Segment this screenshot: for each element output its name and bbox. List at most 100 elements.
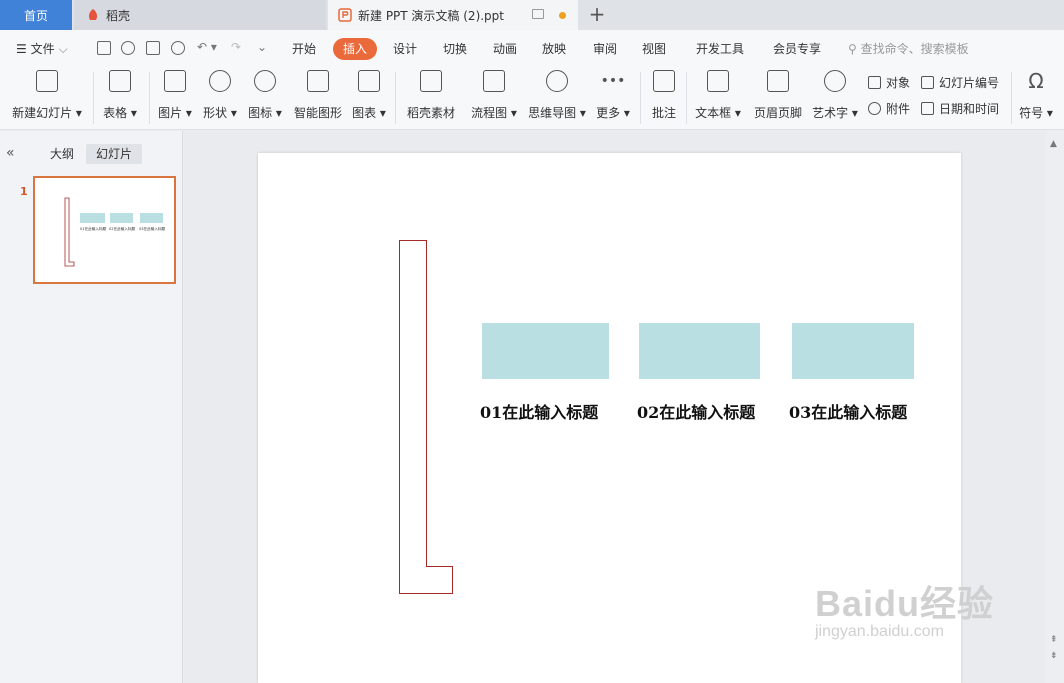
baidu-watermark: Baidu经验 jingyan.baidu.com [815, 575, 994, 641]
redo-icon[interactable]: ↷ [231, 40, 241, 54]
menu-insert[interactable]: 插入 [333, 38, 377, 60]
slide-panel: « 大纲 幻灯片 1 01在此输入标题 02在此输入标题 03在此输入标题 [0, 131, 183, 683]
comment-button[interactable]: 批注 [649, 70, 679, 121]
menu-start[interactable]: 开始 [292, 40, 316, 57]
tab-daoke[interactable]: 稻壳 [74, 0, 326, 30]
chart-button[interactable]: 图表 ▾ [351, 70, 387, 121]
icon-label: 图标 [248, 106, 273, 120]
thumbnail-preview: 01在此输入标题 02在此输入标题 03在此输入标题 [64, 197, 166, 267]
shape-button[interactable]: 形状 ▾ [201, 70, 239, 121]
mindmap-button[interactable]: 思维导图 ▾ [528, 70, 586, 121]
symbol-button[interactable]: Ω 符号 ▾ [1018, 70, 1054, 121]
title-box-1[interactable] [482, 323, 609, 379]
screen-icon[interactable] [532, 9, 544, 19]
vertical-scrollbar[interactable]: ▲ ⇞ ⇟ [1046, 131, 1064, 683]
menu-review[interactable]: 审阅 [593, 40, 617, 57]
attachment-button[interactable]: 附件 [868, 100, 910, 117]
hash-icon [921, 76, 934, 89]
mindmap-label: 思维导图 [528, 106, 577, 120]
scroll-page-up-icon[interactable]: ⇞ [1050, 635, 1058, 645]
menu-developer[interactable]: 开发工具 [696, 40, 744, 57]
picture-button[interactable]: 图片 ▾ [157, 70, 193, 121]
scroll-up-icon[interactable]: ▲ [1050, 139, 1057, 149]
new-slide-button[interactable]: 新建幻灯片 ▾ [12, 70, 82, 121]
print-icon[interactable] [146, 41, 160, 55]
textbox-label: 文本框 [695, 106, 732, 120]
comment-label: 批注 [651, 106, 676, 120]
file-menu[interactable]: ☰ 文件 ⌵ [16, 40, 68, 57]
menu-design[interactable]: 设计 [393, 40, 417, 57]
tab-outline[interactable]: 大纲 [44, 144, 80, 164]
menu-membership[interactable]: 会员专享 [773, 40, 821, 57]
smart-art-button[interactable]: 智能图形 [292, 70, 344, 121]
table-icon [109, 70, 131, 92]
undo-icon[interactable]: ↶ ▾ [197, 40, 217, 54]
flowchart-icon [483, 70, 505, 92]
menu-transition[interactable]: 切换 [443, 40, 467, 57]
icon-button[interactable]: 图标 ▾ [247, 70, 283, 121]
object-button[interactable]: 对象 [868, 74, 910, 91]
daoke-material-label: 稻壳素材 [406, 106, 455, 120]
thumb-title-3: 03在此输入标题 [139, 226, 166, 231]
calendar-icon [921, 102, 934, 115]
title-text-2[interactable]: 02在此输入标题 [637, 399, 755, 423]
customize-chevron-icon[interactable]: ⌄ [257, 40, 267, 54]
slide-thumbnail[interactable]: 01在此输入标题 02在此输入标题 03在此输入标题 [33, 176, 176, 284]
ribbon-divider [395, 72, 396, 124]
insert-ribbon: 新建幻灯片 ▾ 表格 ▾ 图片 ▾ 形状 ▾ 图标 ▾ 智能图形 图表 ▾ 稻壳… [0, 66, 1064, 130]
print-preview-icon[interactable] [171, 41, 185, 55]
header-footer-label: 页眉页脚 [753, 106, 802, 120]
wordart-button[interactable]: 艺术字 ▾ [812, 70, 858, 121]
flowchart-button[interactable]: 流程图 ▾ [469, 70, 519, 121]
chart-label: 图表 [352, 106, 377, 120]
title-text-3[interactable]: 03在此输入标题 [789, 399, 907, 423]
tab-home[interactable]: 首页 [0, 0, 72, 30]
material-icon [420, 70, 442, 92]
slide-number-button[interactable]: 幻灯片编号 [921, 74, 999, 91]
textbox-button[interactable]: 文本框 ▾ [695, 70, 741, 121]
title-box-3[interactable] [792, 323, 914, 379]
tab-daoke-label: 稻壳 [106, 8, 131, 23]
ribbon-divider [686, 72, 687, 124]
save-icon[interactable] [97, 41, 111, 55]
new-slide-label: 新建幻灯片 [12, 106, 73, 120]
picture-icon [164, 70, 186, 92]
collapse-panel-icon[interactable]: « [6, 145, 15, 161]
menu-view[interactable]: 视图 [642, 40, 666, 57]
comment-icon [653, 70, 675, 92]
thumb-title-2: 02在此输入标题 [109, 226, 136, 231]
daoke-logo-icon [89, 9, 97, 20]
menu-slideshow[interactable]: 放映 [542, 40, 566, 57]
daoke-material-button[interactable]: 稻壳素材 [405, 70, 457, 121]
menu-animation[interactable]: 动画 [493, 40, 517, 57]
date-time-button[interactable]: 日期和时间 [921, 100, 999, 117]
table-button[interactable]: 表格 ▾ [101, 70, 139, 121]
title-text-1[interactable]: 01在此输入标题 [480, 399, 598, 423]
picture-label: 图片 [158, 106, 183, 120]
tab-document[interactable]: 新建 PPT 演示文稿 (2).ppt [328, 0, 578, 30]
attachment-label: 附件 [886, 102, 911, 116]
unsaved-dot-icon [559, 12, 566, 19]
textbox-icon [707, 70, 729, 92]
watermark-main: Baidu经验 [815, 583, 995, 624]
mindmap-icon [546, 70, 568, 92]
format-painter-icon[interactable] [121, 41, 135, 55]
file-menu-label: 文件 [30, 42, 55, 56]
tab-slides[interactable]: 幻灯片 [86, 144, 142, 164]
scroll-page-down-icon[interactable]: ⇟ [1050, 651, 1058, 661]
icons-icon [254, 70, 276, 92]
chart-icon [358, 70, 380, 92]
wordart-icon [824, 70, 846, 92]
flowchart-label: 流程图 [471, 106, 508, 120]
smart-art-icon [307, 70, 329, 92]
date-time-label: 日期和时间 [939, 102, 1000, 116]
more-button[interactable]: ••• 更多 ▾ [595, 70, 631, 121]
tab-document-label: 新建 PPT 演示文稿 (2).ppt [358, 8, 504, 23]
header-footer-button[interactable]: 页眉页脚 [752, 70, 804, 121]
command-search[interactable]: ⚲ 查找命令、搜索模板 [848, 40, 969, 57]
new-tab-button[interactable]: + [586, 3, 608, 27]
slide-number-label: 幻灯片编号 [939, 76, 1000, 90]
title-box-2[interactable] [639, 323, 760, 379]
shape-icon [209, 70, 231, 92]
object-icon [868, 76, 881, 89]
